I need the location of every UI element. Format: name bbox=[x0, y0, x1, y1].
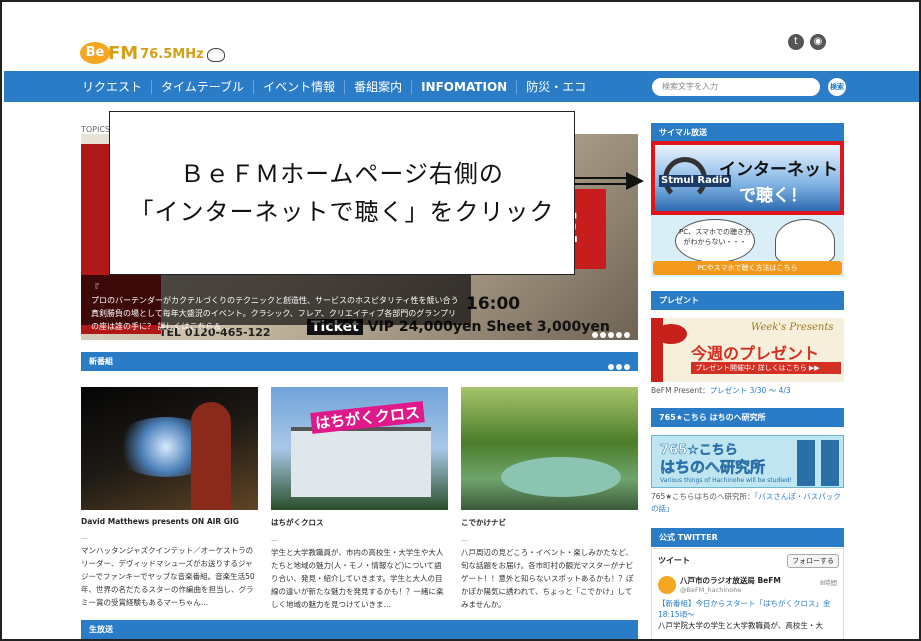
main-navbar: リクエスト タイムテーブル イベント情報 番組案内 INFOMATION 防災・… bbox=[4, 71, 919, 102]
mascot-icon bbox=[775, 219, 835, 263]
lab-line-2: はちのへ研究所 bbox=[660, 458, 766, 477]
topics-label: TOPICS bbox=[81, 125, 111, 134]
program-description: 学生と大学教職員が、市内の高校生・大学生や大人たちと地域の魅力(人・モノ・情報な… bbox=[271, 548, 444, 609]
researchers-icon bbox=[797, 440, 839, 486]
simul-header: サイマル放送 bbox=[651, 123, 844, 142]
topics-caption-head: 『 bbox=[91, 283, 99, 292]
lab-line-3: Various things of Hachinohe will be stud… bbox=[660, 477, 792, 484]
screenshot-frame: Be FM 76.5MHz t ◉ リクエスト タイムテーブル イベント情報 番… bbox=[0, 0, 921, 641]
program-card[interactable]: はちがくクロス はちがくクロス — 学生と大学教職員が、市内の高校生・大学生や大… bbox=[271, 387, 448, 611]
howto-button[interactable]: PCやスマホで聴く方法はこちら bbox=[653, 261, 842, 275]
new-programs-header: 新番組 bbox=[81, 352, 638, 371]
logo-frequency: 76.5MHz bbox=[140, 47, 204, 62]
present-caption-label: BeFM Present： bbox=[651, 386, 710, 395]
program-title[interactable]: はちがくクロス bbox=[271, 517, 448, 528]
listen-online-line-2: で聴く！ bbox=[739, 186, 807, 206]
image-detail bbox=[191, 402, 231, 510]
avatar[interactable] bbox=[658, 576, 676, 594]
program-card[interactable]: David Matthews presents ON AIR GIG — マンハ… bbox=[81, 387, 258, 609]
program-separator: — bbox=[461, 536, 468, 544]
nav-item-disaster-eco[interactable]: 防災・エコ bbox=[517, 80, 595, 94]
bird-mascot-icon bbox=[206, 48, 225, 62]
slider-dot[interactable] bbox=[592, 332, 598, 338]
program-image[interactable] bbox=[81, 387, 258, 510]
tweet-line-2: 八戸学院大学の学生と大学教職員が、高校生・大 bbox=[658, 621, 823, 630]
pager-dot[interactable] bbox=[616, 364, 622, 370]
present-caption: BeFM Present：プレゼント 3/30 〜 4/3 bbox=[651, 385, 791, 396]
program-description: マンハッタンジャズクインテット／オーケストラのリーダー、デヴィッドマシューズがお… bbox=[81, 546, 255, 607]
tweet-body: 【新番組】今日からスタート「はちがくクロス」金18:15頃〜 八戸学院大学の学生… bbox=[658, 598, 837, 631]
program-description: 八戸周辺の見どころ・イベント・楽しみかたなど、旬な話題をお届け。各市町村の観光マ… bbox=[461, 548, 634, 609]
slider-dots[interactable] bbox=[592, 323, 632, 342]
live-section-header: 生放送 bbox=[81, 620, 638, 639]
listen-online-banner[interactable]: Stmul Radio インターネット で聴く！ bbox=[651, 141, 844, 215]
instruction-callout: ＢｅＦＭホームページ右側の 「インターネットで聴く」をクリック bbox=[109, 111, 575, 275]
tweet-line-1[interactable]: 【新番組】今日からスタート「はちがくクロス」金18:15頃〜 bbox=[658, 598, 837, 620]
new-programs-pager[interactable] bbox=[606, 358, 630, 377]
twitter-icon[interactable]: t bbox=[788, 34, 804, 50]
nav-item-request[interactable]: リクエスト bbox=[82, 79, 153, 94]
program-separator: — bbox=[81, 534, 88, 542]
lab-header: 765★こちら はちのへ研究所 bbox=[651, 408, 844, 427]
lab-banner[interactable]: 765☆こちら はちのへ研究所 Various things of Hachin… bbox=[651, 435, 844, 488]
twitter-widget: ツイート フォローする 八戸市のラジオ放送局 BeFM @BeFM_hachin… bbox=[651, 548, 844, 639]
slider-dot[interactable] bbox=[616, 332, 622, 338]
live-section-title: 生放送 bbox=[89, 625, 113, 634]
twitter-header: 公式 TWITTER bbox=[651, 528, 844, 547]
present-header: プレゼント bbox=[651, 291, 844, 310]
rss-icon[interactable]: ◉ bbox=[810, 34, 826, 50]
site-logo[interactable]: Be FM 76.5MHz bbox=[80, 28, 225, 64]
present-caption-link[interactable]: プレゼント 3/30 〜 4/3 bbox=[710, 386, 791, 395]
pager-dot[interactable] bbox=[624, 364, 630, 370]
howto-banner[interactable]: PC、スマホでの聴き方がわからない・・・ PCやスマホで聴く方法はこちら bbox=[651, 215, 844, 277]
nav-item-events[interactable]: イベント情報 bbox=[254, 79, 346, 94]
lab-caption-label: 765★こちらはちのへ研究所： bbox=[651, 492, 755, 501]
nav-menu: リクエスト タイムテーブル イベント情報 番組案内 INFOMATION 防災・… bbox=[82, 71, 595, 102]
nav-item-programs[interactable]: 番組案内 bbox=[345, 79, 413, 94]
lab-caption: 765★こちらはちのへ研究所：「バスさんぽ・バスパックの話」 bbox=[651, 491, 844, 515]
pointer-arrow-icon bbox=[574, 172, 644, 190]
search-button[interactable]: 検索 bbox=[828, 78, 846, 96]
image-detail bbox=[291, 427, 431, 497]
program-separator: — bbox=[271, 536, 278, 544]
nav-item-timetable[interactable]: タイムテーブル bbox=[152, 79, 255, 94]
poster-time: 16:00 bbox=[466, 294, 521, 314]
follow-button[interactable]: フォローする bbox=[787, 554, 839, 568]
program-image[interactable] bbox=[461, 387, 638, 510]
present-bar[interactable]: プレゼント開催中♪ 詳しくはこちら ▶▶ bbox=[691, 362, 841, 374]
tweet-time[interactable]: 8時間 bbox=[820, 577, 837, 587]
logo-fm: FM bbox=[108, 43, 139, 64]
program-title[interactable]: こでかけナビ bbox=[461, 517, 638, 528]
bow-icon bbox=[655, 324, 687, 344]
slider-dot[interactable] bbox=[608, 332, 614, 338]
topics-caption-text: プロのバーテンダーがカクテルづくりのテクニックと創造性、サービスのホスピタリティ… bbox=[91, 296, 459, 331]
slider-dot[interactable] bbox=[600, 332, 606, 338]
account-handle[interactable]: @BeFM_hachinohe bbox=[680, 586, 781, 595]
account-name[interactable]: 八戸市のラジオ放送局 BeFM bbox=[680, 576, 781, 586]
search-input[interactable]: 検索文字を入力 bbox=[652, 78, 820, 96]
social-links: t ◉ bbox=[788, 34, 826, 50]
howto-bubble: PC、スマホでの聴き方がわからない・・・ bbox=[675, 219, 755, 263]
logo-be: Be bbox=[80, 42, 110, 64]
program-card[interactable]: こでかけナビ — 八戸周辺の見どころ・イベント・楽しみかたなど、旬な話題をお届け… bbox=[461, 387, 638, 611]
program-title[interactable]: David Matthews presents ON AIR GIG bbox=[81, 517, 258, 526]
program-image[interactable]: はちがくクロス bbox=[271, 387, 448, 510]
image-detail bbox=[501, 457, 621, 497]
present-weeks: Week's Presents bbox=[751, 322, 834, 333]
present-title: 今週のプレゼント bbox=[691, 344, 820, 363]
listen-online-line-1: インターネット bbox=[719, 160, 838, 180]
new-programs-title: 新番組 bbox=[89, 357, 113, 366]
topics-caption[interactable]: 『 プロのバーテンダーがカクテルづくりのテクニックと創造性、サービスのホスピタリ… bbox=[81, 275, 471, 331]
nav-item-information[interactable]: INFOMATION bbox=[412, 79, 518, 94]
instruction-line-2: 「インターネットで聴く」をクリック bbox=[129, 198, 555, 226]
present-banner[interactable]: Week's Presents 今週のプレゼント プレゼント開催中♪ 詳しくはこ… bbox=[651, 318, 844, 382]
slider-dot[interactable] bbox=[624, 332, 630, 338]
instruction-line-1: ＢｅＦＭホームページ右側の bbox=[180, 160, 504, 188]
tweet-account[interactable]: 八戸市のラジオ放送局 BeFM @BeFM_hachinohe bbox=[658, 576, 837, 595]
pager-dot[interactable] bbox=[608, 364, 614, 370]
